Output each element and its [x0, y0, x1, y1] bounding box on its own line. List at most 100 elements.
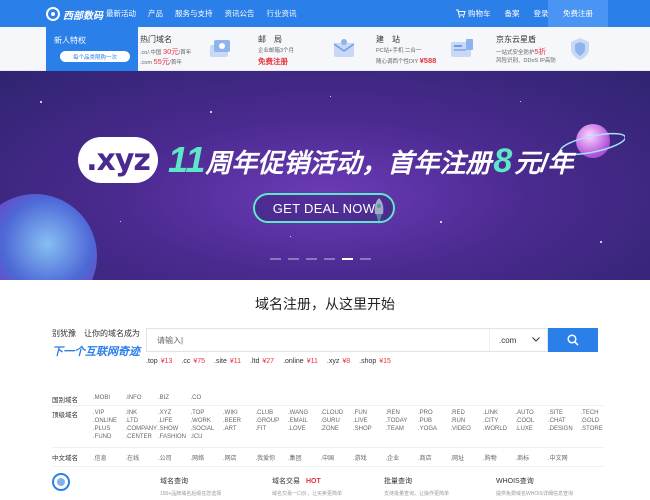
tld-link[interactable]: .CHAT — [548, 418, 581, 424]
tld-link[interactable]: .集团 — [288, 453, 321, 462]
slider-dot[interactable] — [324, 258, 335, 260]
tld-price-item[interactable]: .cc ¥75 — [181, 358, 205, 365]
tld-link[interactable]: .WIKI — [223, 410, 256, 416]
tld-link[interactable]: .ICU — [191, 434, 224, 440]
tld-link[interactable]: .COMPANY — [126, 426, 159, 432]
tld-link[interactable]: .CLOUD — [321, 410, 354, 416]
tld-link[interactable]: .XYZ — [158, 410, 191, 416]
tld-link[interactable]: .LUXE — [516, 426, 549, 432]
tld-link[interactable]: .YOGA — [418, 426, 451, 432]
tld-link[interactable]: .VIP — [93, 410, 126, 416]
tld-price-item[interactable]: .ltd ¥27 — [250, 358, 274, 365]
promo-jd-cloud-shield[interactable]: 京东云星盾 一站式安全防护5折 风险识别、DDoS IP高防 — [496, 27, 576, 71]
slider-dot[interactable] — [270, 258, 281, 260]
tld-link[interactable]: .FASHION — [158, 434, 191, 440]
tld-link[interactable]: .TOP — [191, 410, 224, 416]
tld-link[interactable]: .SITE — [548, 410, 581, 416]
slider-dot[interactable] — [306, 258, 317, 260]
nav-item-latest-activity[interactable]: 最新活动 — [106, 8, 136, 19]
tld-link[interactable]: .WORK — [191, 418, 224, 424]
slider-dot[interactable] — [288, 258, 299, 260]
tld-link[interactable]: .FUN — [353, 410, 386, 416]
tld-link[interactable]: .EMAIL — [288, 418, 321, 424]
tld-link[interactable]: .购物 — [483, 453, 516, 462]
tld-link[interactable]: .WORLD — [483, 426, 516, 432]
get-deal-button[interactable]: GET DEAL NOW — [253, 193, 395, 223]
service-domain-trade[interactable]: 域名交易 HOT 域名交易一口价，让买卖更简单 — [272, 476, 342, 497]
tld-link[interactable]: .企业 — [386, 453, 419, 462]
nav-item-services[interactable]: 服务与支持 — [175, 8, 213, 19]
tld-link[interactable]: .VIDEO — [451, 426, 484, 432]
tld-link[interactable]: .AUTO — [516, 410, 549, 416]
tld-link[interactable]: .CO — [191, 395, 224, 401]
tld-link[interactable]: .ART — [223, 426, 256, 432]
tld-link[interactable]: .商标 — [516, 453, 549, 462]
tld-link[interactable]: .游戏 — [353, 453, 386, 462]
tld-link[interactable]: .GOLD — [581, 418, 614, 424]
tld-link[interactable]: .在线 — [126, 453, 159, 462]
tld-link[interactable]: .RUN — [451, 418, 484, 424]
tld-link[interactable]: .中文网 — [548, 453, 581, 462]
login-link[interactable]: 登录 — [534, 8, 549, 19]
tld-link[interactable]: .GURU — [321, 418, 354, 424]
tld-link[interactable]: .CENTER — [126, 434, 159, 440]
tld-link[interactable]: .TODAY — [386, 418, 419, 424]
tld-link[interactable]: .SOCIAL — [191, 426, 224, 432]
shopping-cart-icon[interactable] — [456, 9, 466, 18]
tld-link[interactable]: .ZONE — [321, 426, 354, 432]
tld-link[interactable]: .CITY — [483, 418, 516, 424]
tld-select[interactable]: .com — [489, 329, 549, 351]
cart-link[interactable]: 购物车 — [468, 8, 491, 19]
tld-link[interactable]: .网址 — [451, 453, 484, 462]
tld-link[interactable]: .MOBI — [93, 395, 126, 401]
tld-price-item[interactable]: .top ¥13 — [146, 358, 172, 365]
tld-link[interactable]: .PLUS — [93, 426, 126, 432]
service-whois-query[interactable]: WHOIS查询 提供免费域名WHOIS详细信息查询 — [496, 476, 573, 497]
tld-link[interactable]: .信息 — [93, 453, 126, 462]
tld-link[interactable]: .SHOW — [158, 426, 191, 432]
tld-link[interactable]: .我爱你 — [256, 453, 289, 462]
tld-link[interactable]: .LIVE — [353, 418, 386, 424]
tld-link[interactable]: .LINK — [483, 410, 516, 416]
filing-link[interactable]: 备案 — [505, 8, 520, 19]
tld-link[interactable]: .DESIGN — [548, 426, 581, 432]
nav-item-products[interactable]: 产品 — [148, 8, 163, 19]
tld-link[interactable]: .网店 — [223, 453, 256, 462]
tld-link[interactable]: .ONLINE — [93, 418, 126, 424]
tld-link[interactable]: .RED — [451, 410, 484, 416]
domain-search-input[interactable] — [157, 333, 477, 348]
promo-banner[interactable]: .xyz 11 周年促销活动，首年注册 8 元/年 GET DEAL NOW — [0, 71, 650, 280]
tld-link[interactable]: .CLUB — [256, 410, 289, 416]
tld-link[interactable]: .GROUP — [256, 418, 289, 424]
tld-link[interactable]: .中国 — [321, 453, 354, 462]
tld-link[interactable]: .FUND — [93, 434, 126, 440]
promo-website[interactable]: 建 站 PC站+手机 二合一 随心调西个性DIY ¥588 — [376, 27, 456, 71]
tld-link[interactable]: .INK — [126, 410, 159, 416]
tld-price-item[interactable]: .xyz ¥8 — [327, 358, 350, 365]
slider-dot[interactable] — [360, 258, 371, 260]
tld-link[interactable]: .LIFE — [158, 418, 191, 424]
service-bulk-query[interactable]: 批量查询 支持批量查询，让操作更简单 — [384, 476, 449, 497]
tld-link[interactable]: .STORE — [581, 426, 614, 432]
tld-link[interactable]: .WANG — [288, 410, 321, 416]
tld-link[interactable]: .COOL — [516, 418, 549, 424]
tld-link[interactable]: .REN — [386, 410, 419, 416]
nav-item-announcements[interactable]: 资讯公告 — [225, 8, 255, 19]
nav-item-industry-news[interactable]: 行业资讯 — [267, 8, 297, 19]
tld-link[interactable]: .INFO — [126, 395, 159, 401]
tld-link[interactable]: .FIT — [256, 426, 289, 432]
tld-link[interactable]: .LTD — [126, 418, 159, 424]
tld-link[interactable]: .PUB — [418, 418, 451, 424]
tld-link[interactable]: .TEAM — [386, 426, 419, 432]
tld-link[interactable]: .BIZ — [158, 395, 191, 401]
tld-link[interactable]: .PRO — [418, 410, 451, 416]
search-button[interactable] — [548, 328, 598, 352]
tld-link[interactable]: .公司 — [158, 453, 191, 462]
tld-price-item[interactable]: .shop ¥15 — [359, 358, 391, 365]
newbie-privilege-card[interactable]: 新人特权 每个品类限购一次 — [46, 27, 138, 71]
register-button[interactable]: 免费注册 — [548, 0, 608, 27]
tld-link[interactable]: .网络 — [191, 453, 224, 462]
tld-link[interactable]: .LOVE — [288, 426, 321, 432]
tld-price-item[interactable]: .online ¥11 — [283, 358, 318, 365]
tld-link[interactable]: .商店 — [418, 453, 451, 462]
